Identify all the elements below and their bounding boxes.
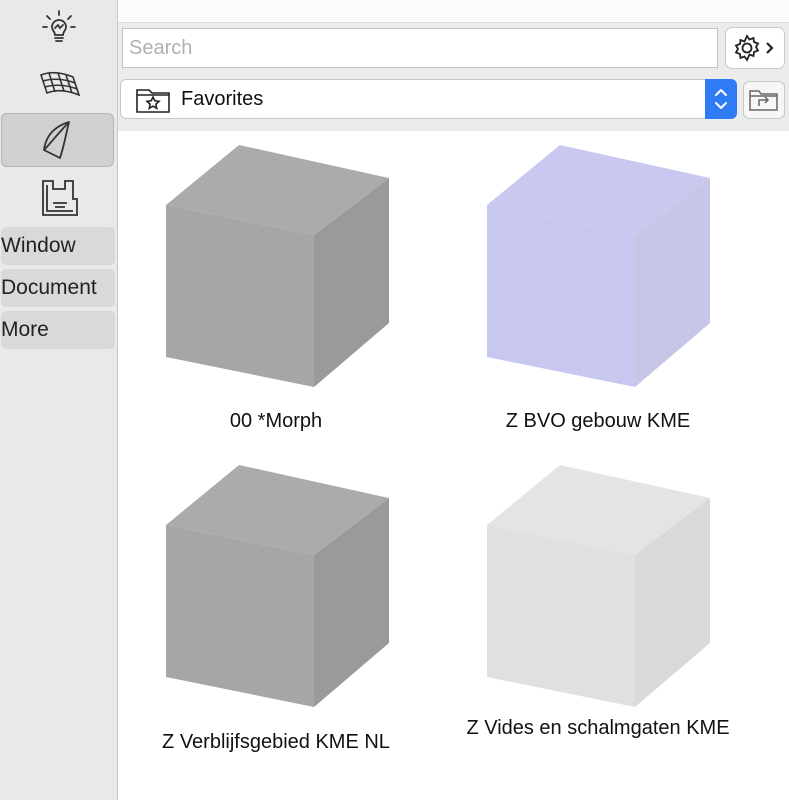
tool-lamp[interactable] [0, 2, 117, 52]
favorites-folder-icon [136, 89, 170, 113]
lightbulb-icon [41, 10, 76, 42]
dropdown-stepper[interactable] [705, 79, 737, 119]
item-label: 00 *Morph [229, 410, 323, 432]
item-label: Z BVO gebouw KME [505, 410, 691, 432]
settings-button[interactable] [725, 27, 785, 69]
top-strip [118, 0, 789, 23]
morph-cube-icon [166, 465, 389, 707]
more-button[interactable]: More [1, 311, 115, 349]
shell-icon [42, 121, 70, 159]
item-label: Z Vides en schalmgaten KME [466, 717, 730, 739]
search-input[interactable]: Search [122, 28, 718, 68]
tool-shell[interactable] [1, 113, 114, 167]
tool-floor-plan[interactable] [0, 172, 117, 222]
folder-up-icon [749, 90, 778, 111]
window-button[interactable]: Window [1, 227, 115, 265]
document-button[interactable]: Document [1, 269, 115, 307]
sidebar: Window Document More [0, 0, 118, 800]
gear-icon [734, 34, 774, 62]
floor-plan-icon [41, 180, 78, 216]
folder-dropdown[interactable]: Favorites [120, 79, 737, 119]
search-placeholder: Search [129, 37, 193, 59]
parent-folder-button[interactable] [743, 81, 785, 119]
window-button-label: Window [1, 234, 76, 257]
chevron-up-down-icon [715, 89, 727, 109]
morph-cube-icon [487, 465, 710, 707]
folder-label: Favorites [181, 88, 264, 110]
morph-cube-icon [166, 145, 389, 387]
more-button-label: More [1, 318, 49, 341]
document-button-label: Document [1, 276, 97, 299]
morph-cube-icon [487, 145, 710, 387]
mesh-icon [39, 72, 80, 97]
library-panel: Search Favorites 00 *Morph Z BVO gebouw … [118, 0, 789, 800]
library-toolbar: Search Favorites [118, 23, 789, 131]
tool-mesh[interactable] [0, 58, 117, 108]
item-label: Z Verblijfsgebied KME NL [162, 731, 390, 753]
